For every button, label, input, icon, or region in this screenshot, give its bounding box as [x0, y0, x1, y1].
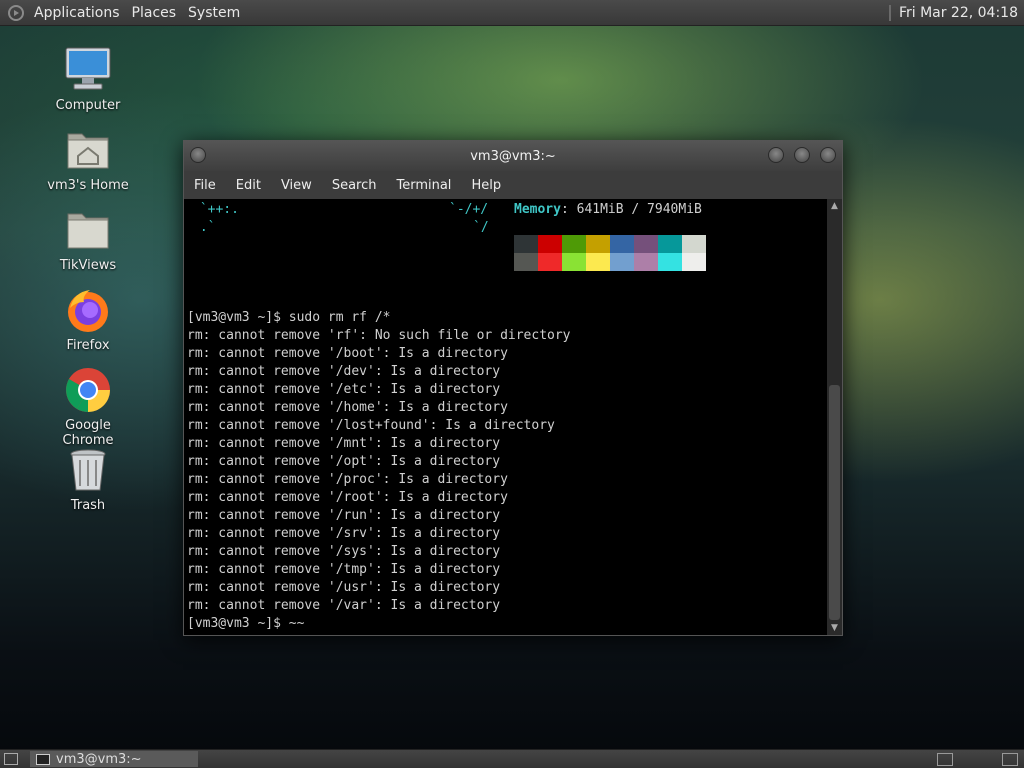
distro-logo-icon[interactable]	[8, 4, 24, 21]
palette-swatch	[538, 253, 562, 271]
palette-swatch	[634, 235, 658, 253]
clock-area: Fri Mar 22, 04:18	[888, 0, 1018, 25]
palette-swatch	[682, 253, 706, 271]
palette-swatch	[586, 253, 610, 271]
output-line: rm: cannot remove '/root': Is a director…	[187, 490, 508, 505]
close-button[interactable]	[820, 147, 836, 163]
output-line: rm: cannot remove '/boot': Is a director…	[187, 346, 508, 361]
menu-system[interactable]: System	[182, 5, 246, 21]
output-line: rm: cannot remove '/sys': Is a directory	[187, 544, 501, 559]
desktop-icon-firefox[interactable]: Firefox	[38, 286, 138, 353]
firefox-icon	[64, 286, 112, 334]
memory-label: Memory	[514, 202, 561, 217]
show-desktop-icon[interactable]	[4, 753, 18, 765]
minimize-button[interactable]	[768, 147, 784, 163]
palette-swatch	[562, 253, 586, 271]
palette-swatch	[634, 253, 658, 271]
desktop-icon-trash[interactable]: Trash	[38, 446, 138, 513]
home-folder-icon	[64, 126, 112, 174]
output-line: rm: cannot remove '/proc': Is a director…	[187, 472, 508, 487]
prompt-line: [vm3@vm3 ~]$ ~~	[187, 616, 305, 631]
desktop-icon-tikviews[interactable]: TikViews	[38, 206, 138, 273]
terminal-menubar: File Edit View Search Terminal Help	[184, 171, 842, 199]
bottom-panel: vm3@vm3:~	[0, 749, 1024, 768]
scrollbar-thumb[interactable]	[829, 385, 840, 620]
output-line: rm: cannot remove '/var': Is a directory	[187, 598, 501, 613]
workspace-2-icon[interactable]	[1002, 753, 1018, 766]
ascii-art-line: .`	[192, 220, 216, 235]
taskbar-terminal-button[interactable]: vm3@vm3:~	[30, 751, 198, 767]
folder-icon	[64, 206, 112, 254]
output-line: rm: cannot remove '/dev': Is a directory	[187, 364, 501, 379]
prompt-line: [vm3@vm3 ~]$ sudo rm rf /*	[187, 310, 391, 325]
workspace-1-icon[interactable]	[937, 753, 953, 766]
desktop-icon-label: Computer	[55, 98, 121, 113]
color-palette	[514, 235, 706, 271]
output-line: rm: cannot remove '/srv': Is a directory	[187, 526, 501, 541]
palette-swatch	[658, 253, 682, 271]
window-titlebar[interactable]: vm3@vm3:~	[184, 141, 842, 171]
menu-file[interactable]: File	[184, 178, 226, 193]
palette-swatch	[514, 235, 538, 253]
output-line: rm: cannot remove '/usr': Is a directory	[187, 580, 501, 595]
panel-separator	[888, 4, 891, 21]
scroll-up-icon[interactable]: ▲	[827, 199, 842, 213]
menu-edit[interactable]: Edit	[226, 178, 271, 193]
output-line: rm: cannot remove 'rf': No such file or …	[187, 328, 571, 343]
desktop-icon-label: Google Chrome	[62, 418, 114, 448]
ascii-art-line: `++:.	[192, 202, 239, 217]
scroll-down-icon[interactable]: ▼	[827, 621, 842, 635]
desktop-icon-home[interactable]: vm3's Home	[38, 126, 138, 193]
top-panel: Applications Places System Fri Mar 22, 0…	[0, 0, 1024, 26]
palette-swatch	[562, 235, 586, 253]
memory-info: Memory: 641MiB / 7940MiB	[514, 201, 702, 219]
palette-swatch	[586, 235, 610, 253]
ascii-art-line: `/	[473, 220, 489, 235]
palette-swatch	[538, 235, 562, 253]
menu-search[interactable]: Search	[322, 178, 387, 193]
terminal-output[interactable]: `++:. `-/+/ .` `/ Memory: 641MiB / 7940M…	[184, 199, 826, 635]
clock[interactable]: Fri Mar 22, 04:18	[899, 5, 1018, 21]
computer-icon	[64, 46, 112, 94]
palette-swatch	[610, 235, 634, 253]
menu-places[interactable]: Places	[126, 5, 183, 21]
menu-applications[interactable]: Applications	[28, 5, 126, 21]
window-title: vm3@vm3:~	[470, 148, 556, 164]
maximize-button[interactable]	[794, 147, 810, 163]
desktop-icon-computer[interactable]: Computer	[38, 46, 138, 113]
palette-swatch	[682, 235, 706, 253]
palette-row	[514, 253, 706, 271]
menu-terminal[interactable]: Terminal	[386, 178, 461, 193]
output-line: rm: cannot remove '/home': Is a director…	[187, 400, 508, 415]
menu-help[interactable]: Help	[461, 178, 511, 193]
trash-icon	[64, 446, 112, 494]
output-line: rm: cannot remove '/opt': Is a directory	[187, 454, 501, 469]
palette-swatch	[658, 235, 682, 253]
taskbar-label: vm3@vm3:~	[56, 751, 142, 767]
memory-value: : 641MiB / 7940MiB	[560, 202, 702, 217]
desktop-icon-label: Firefox	[66, 338, 110, 353]
terminal-scrollbar[interactable]: ▲ ▼	[827, 199, 842, 635]
desktop-icon-label: vm3's Home	[47, 178, 129, 193]
menu-view[interactable]: View	[271, 178, 322, 193]
ascii-art-line: `-/+/	[449, 202, 489, 217]
output-line: rm: cannot remove '/lost+found': Is a di…	[187, 418, 555, 433]
output-line: rm: cannot remove '/tmp': Is a directory	[187, 562, 501, 577]
terminal-icon	[36, 753, 50, 765]
desktop-icon-chrome[interactable]: Google Chrome	[38, 366, 138, 448]
palette-swatch	[610, 253, 634, 271]
terminal-window[interactable]: vm3@vm3:~ File Edit View Search Terminal…	[183, 140, 843, 636]
palette-row	[514, 235, 706, 253]
output-line: rm: cannot remove '/mnt': Is a directory	[187, 436, 501, 451]
chrome-icon	[64, 366, 112, 414]
output-line: rm: cannot remove '/run': Is a directory	[187, 508, 501, 523]
output-line: rm: cannot remove '/etc': Is a directory	[187, 382, 501, 397]
palette-swatch	[514, 253, 538, 271]
desktop-icon-label: Trash	[70, 498, 106, 513]
desktop-icon-label: TikViews	[59, 258, 117, 273]
window-menu-icon[interactable]	[190, 147, 206, 163]
